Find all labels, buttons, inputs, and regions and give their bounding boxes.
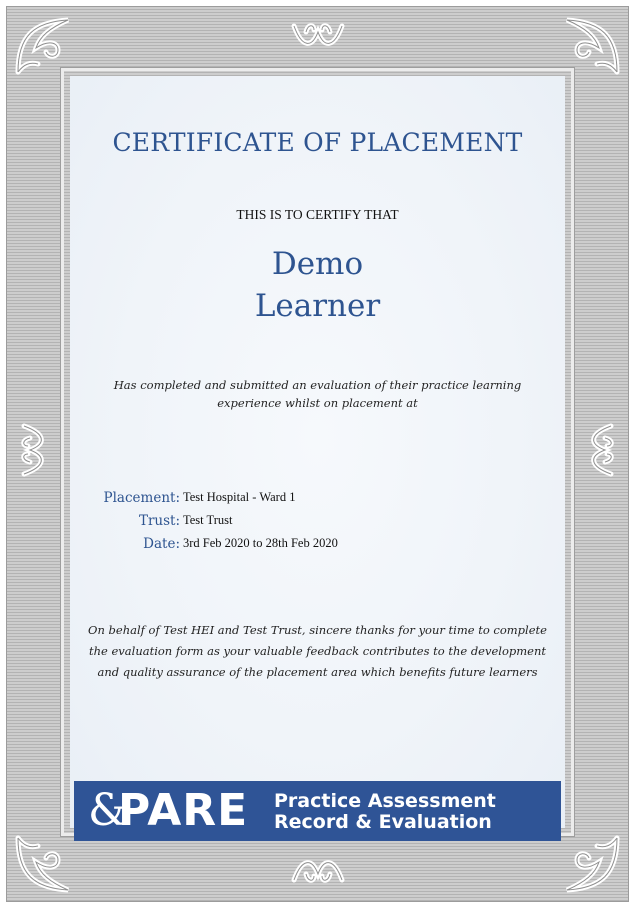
trust-label: Trust:	[138, 512, 180, 529]
corner-ornament-bottom-left	[15, 835, 70, 893]
thanks-message: On behalf of Test HEI and Test Trust, si…	[88, 623, 547, 679]
placement-label: Placement:	[103, 489, 180, 506]
pare-ampersand-icon: &	[88, 785, 128, 836]
certify-line: THIS IS TO CERTIFY THAT	[236, 207, 399, 222]
learner-last-name: Learner	[254, 288, 381, 324]
corner-ornament-top-right	[565, 17, 620, 75]
learner-name: Demo Learner	[70, 243, 565, 327]
placement-value: Test Hospital - Ward 1	[183, 490, 296, 504]
scroll-ornament-left	[21, 423, 44, 477]
pare-logo-text: PARE	[118, 785, 249, 836]
scroll-ornament-right	[591, 423, 614, 477]
placement-row: Placement: Test Hospital - Ward 1	[86, 486, 546, 509]
certificate-heading: CERTIFICATE OF PLACEMENT	[112, 128, 523, 157]
certificate-page: CERTIFICATE OF PLACEMENT THIS IS TO CERT…	[0, 0, 635, 908]
corner-ornament-bottom-right	[565, 835, 620, 893]
date-label: Date:	[143, 535, 180, 552]
trust-value: Test Trust	[183, 513, 233, 527]
learner-first-name: Demo	[271, 246, 364, 282]
scroll-ornament-bottom	[291, 860, 345, 883]
pare-logo-banner: & PARE Practice Assessment Record & Eval…	[74, 781, 561, 841]
scroll-ornament-top	[291, 23, 345, 46]
placement-details: Placement: Test Hospital - Ward 1 Trust:…	[86, 486, 546, 555]
completion-statement: Has completed and submitted an evaluatio…	[113, 378, 522, 410]
pare-subtitle-line2: Record & Evaluation	[274, 811, 492, 833]
date-row: Date: 3rd Feb 2020 to 28th Feb 2020	[86, 532, 546, 555]
pare-logo-subtitle: Practice Assessment Record & Evaluation	[274, 791, 496, 833]
date-value: 3rd Feb 2020 to 28th Feb 2020	[183, 536, 338, 550]
corner-ornament-top-left	[15, 17, 70, 75]
pare-subtitle-line1: Practice Assessment	[274, 790, 496, 812]
trust-row: Trust: Test Trust	[86, 509, 546, 532]
certificate-paper	[70, 76, 565, 828]
